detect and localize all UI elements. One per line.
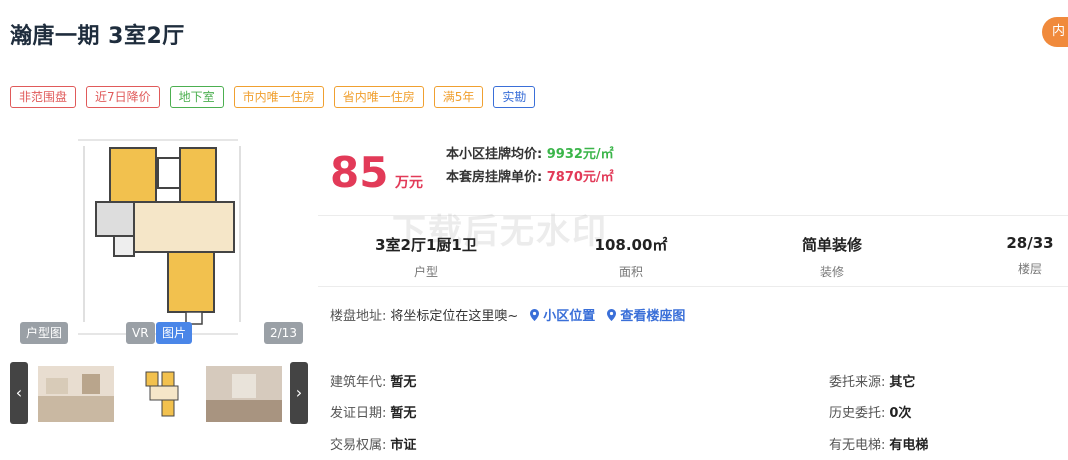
delegation-source-label: 委托来源: bbox=[829, 375, 886, 390]
tag-badge: 实勘 bbox=[493, 86, 536, 108]
ownership-value: 市证 bbox=[390, 438, 417, 453]
divider bbox=[318, 215, 1068, 216]
address-label: 楼盘地址: bbox=[330, 309, 387, 324]
thumbnail-floorplan[interactable] bbox=[134, 366, 194, 422]
stat-floor-value: 28/33 bbox=[1006, 234, 1054, 252]
floorplan-tab[interactable]: 户型图 bbox=[20, 322, 69, 344]
stat-area-value: 108.00㎡ bbox=[594, 236, 668, 254]
building-map-link[interactable]: 查看楼座图 bbox=[607, 305, 685, 324]
chevron-right-icon[interactable]: › bbox=[290, 362, 308, 424]
address-value: 将坐标定位在这里噢~ bbox=[390, 309, 519, 324]
stat-layout: 3室2厅1厨1卫 户型 bbox=[356, 234, 496, 280]
thumbnail-room-2[interactable] bbox=[206, 366, 282, 422]
thumbnail-room-1[interactable] bbox=[38, 366, 114, 422]
community-avg-label: 本小区挂牌均价: bbox=[446, 147, 543, 162]
stat-floor: 28/33 楼层 bbox=[960, 234, 1068, 277]
history-delegation-value: 0次 bbox=[889, 406, 912, 421]
tag-badge: 省内唯一住房 bbox=[333, 86, 424, 108]
price-unit: 万元 bbox=[395, 175, 423, 191]
elevator-label: 有无电梯: bbox=[829, 438, 886, 453]
building-map-label: 查看楼座图 bbox=[620, 309, 686, 324]
stat-decoration-value: 简单装修 bbox=[801, 236, 862, 254]
community-avg-price: 本小区挂牌均价: 9932元/㎡ bbox=[446, 143, 614, 162]
floorplan-image[interactable] bbox=[18, 132, 300, 344]
location-pin-icon bbox=[530, 308, 540, 321]
unit-price: 本套房挂牌单价: 7870元/㎡ bbox=[446, 166, 614, 185]
tag-badge: 市内唯一住房 bbox=[233, 86, 324, 108]
build-year: 建筑年代: 暂无 bbox=[330, 371, 416, 390]
page-title: 瀚唐一期 3室2厅 bbox=[10, 24, 185, 49]
ownership-label: 交易权属: bbox=[330, 438, 387, 453]
header-action-button[interactable]: 内 bbox=[1042, 17, 1068, 47]
total-price: 85 bbox=[330, 148, 389, 197]
tag-badge: 满5年 bbox=[433, 86, 484, 108]
address-row: 楼盘地址: 将坐标定位在这里噢~ 小区位置 查看楼座图 bbox=[330, 305, 685, 324]
delegation-source: 委托来源: 其它 bbox=[829, 371, 915, 390]
unit-price-label: 本套房挂牌单价: bbox=[446, 170, 543, 185]
unit-price-value: 7870元/㎡ bbox=[546, 170, 614, 185]
stat-decoration-label: 装修 bbox=[819, 265, 844, 279]
community-location-link[interactable]: 小区位置 bbox=[530, 305, 595, 324]
delegation-source-value: 其它 bbox=[889, 375, 916, 390]
cert-date-value: 暂无 bbox=[390, 406, 417, 421]
build-year-value: 暂无 bbox=[390, 375, 417, 390]
tag-badge: 近7日降价 bbox=[86, 86, 160, 108]
image-counter: 2/13 bbox=[264, 322, 303, 344]
location-pin-icon bbox=[607, 308, 617, 321]
thumbnail-strip: ‹ › bbox=[10, 362, 310, 424]
vr-tab[interactable]: VR bbox=[126, 322, 155, 344]
elevator-value: 有电梯 bbox=[889, 438, 929, 453]
divider bbox=[318, 286, 1068, 287]
history-delegation: 历史委托: 0次 bbox=[829, 402, 911, 421]
stat-area: 108.00㎡ 面积 bbox=[561, 234, 701, 280]
ownership: 交易权属: 市证 bbox=[330, 434, 416, 453]
history-delegation-label: 历史委托: bbox=[829, 406, 886, 421]
tag-list: 非范围盘 近7日降价 地下室 市内唯一住房 省内唯一住房 满5年 实勘 bbox=[10, 86, 536, 108]
stat-decoration: 简单装修 装修 bbox=[762, 234, 902, 280]
cert-date-label: 发证日期: bbox=[330, 406, 387, 421]
tag-badge: 地下室 bbox=[169, 86, 224, 108]
tag-badge: 非范围盘 bbox=[10, 86, 77, 108]
chevron-left-icon[interactable]: ‹ bbox=[10, 362, 28, 424]
photo-tab[interactable]: 图片 bbox=[156, 322, 193, 344]
elevator: 有无电梯: 有电梯 bbox=[829, 434, 928, 453]
build-year-label: 建筑年代: bbox=[330, 375, 387, 390]
stat-floor-label: 楼层 bbox=[1017, 262, 1042, 276]
cert-date: 发证日期: 暂无 bbox=[330, 402, 416, 421]
stat-area-label: 面积 bbox=[618, 265, 643, 279]
stat-layout-value: 3室2厅1厨1卫 bbox=[375, 236, 477, 254]
community-location-label: 小区位置 bbox=[543, 309, 596, 324]
stat-layout-label: 户型 bbox=[413, 265, 438, 279]
community-avg-value: 9932元/㎡ bbox=[546, 147, 614, 162]
